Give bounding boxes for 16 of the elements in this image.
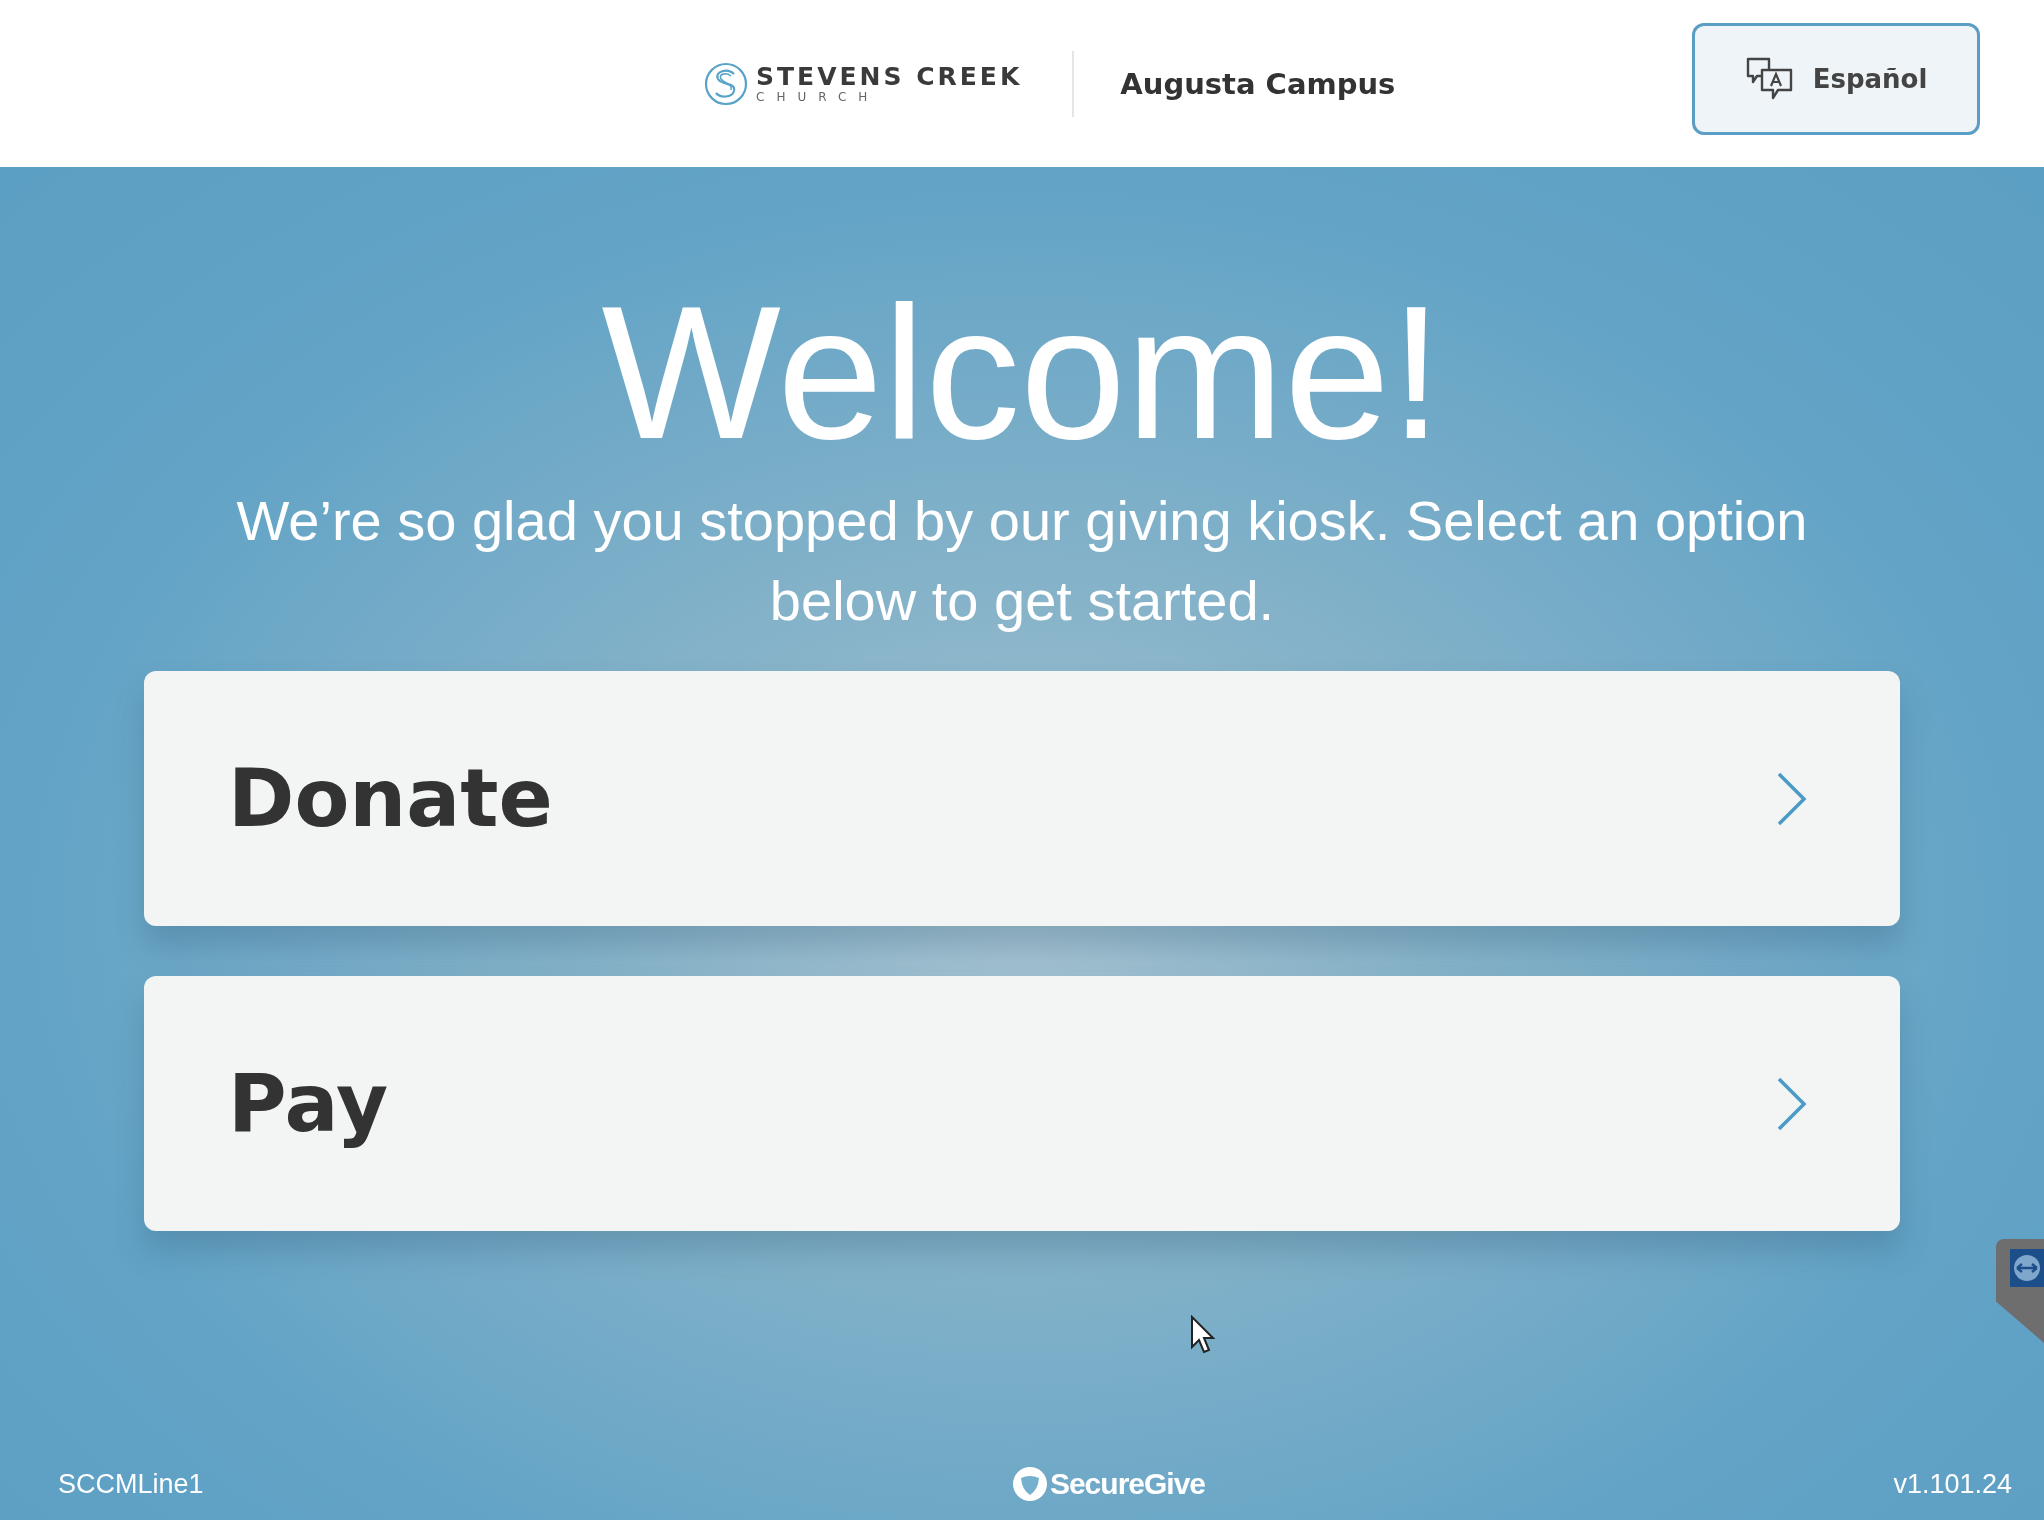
welcome-title: Welcome!	[601, 277, 1443, 467]
welcome-message: We’re so glad you stopped by our giving kiosk. Select an option below to get started.	[235, 488, 1809, 634]
language-button[interactable]: Español	[1692, 23, 1980, 135]
remote-tab[interactable]	[1996, 1239, 2044, 1343]
device-name: SCCMLine1	[58, 1468, 204, 1500]
logo-icon	[704, 61, 748, 106]
campus-name: Augusta Campus	[1120, 66, 1396, 101]
brand-name: SecureGive	[1049, 1467, 1206, 1501]
option-button[interactable]: Donate	[144, 671, 1900, 926]
cursor-icon	[1190, 1315, 1216, 1355]
shield-logo-icon	[1011, 1466, 1048, 1502]
logo-subtitle: CHURCH	[756, 90, 881, 104]
version-number: v1.101.24	[1893, 1468, 2012, 1500]
remote-icon	[2010, 1249, 2044, 1287]
logo-name: STEVENS CREEK	[756, 63, 1023, 91]
option-button[interactable]: Pay	[144, 976, 1900, 1231]
